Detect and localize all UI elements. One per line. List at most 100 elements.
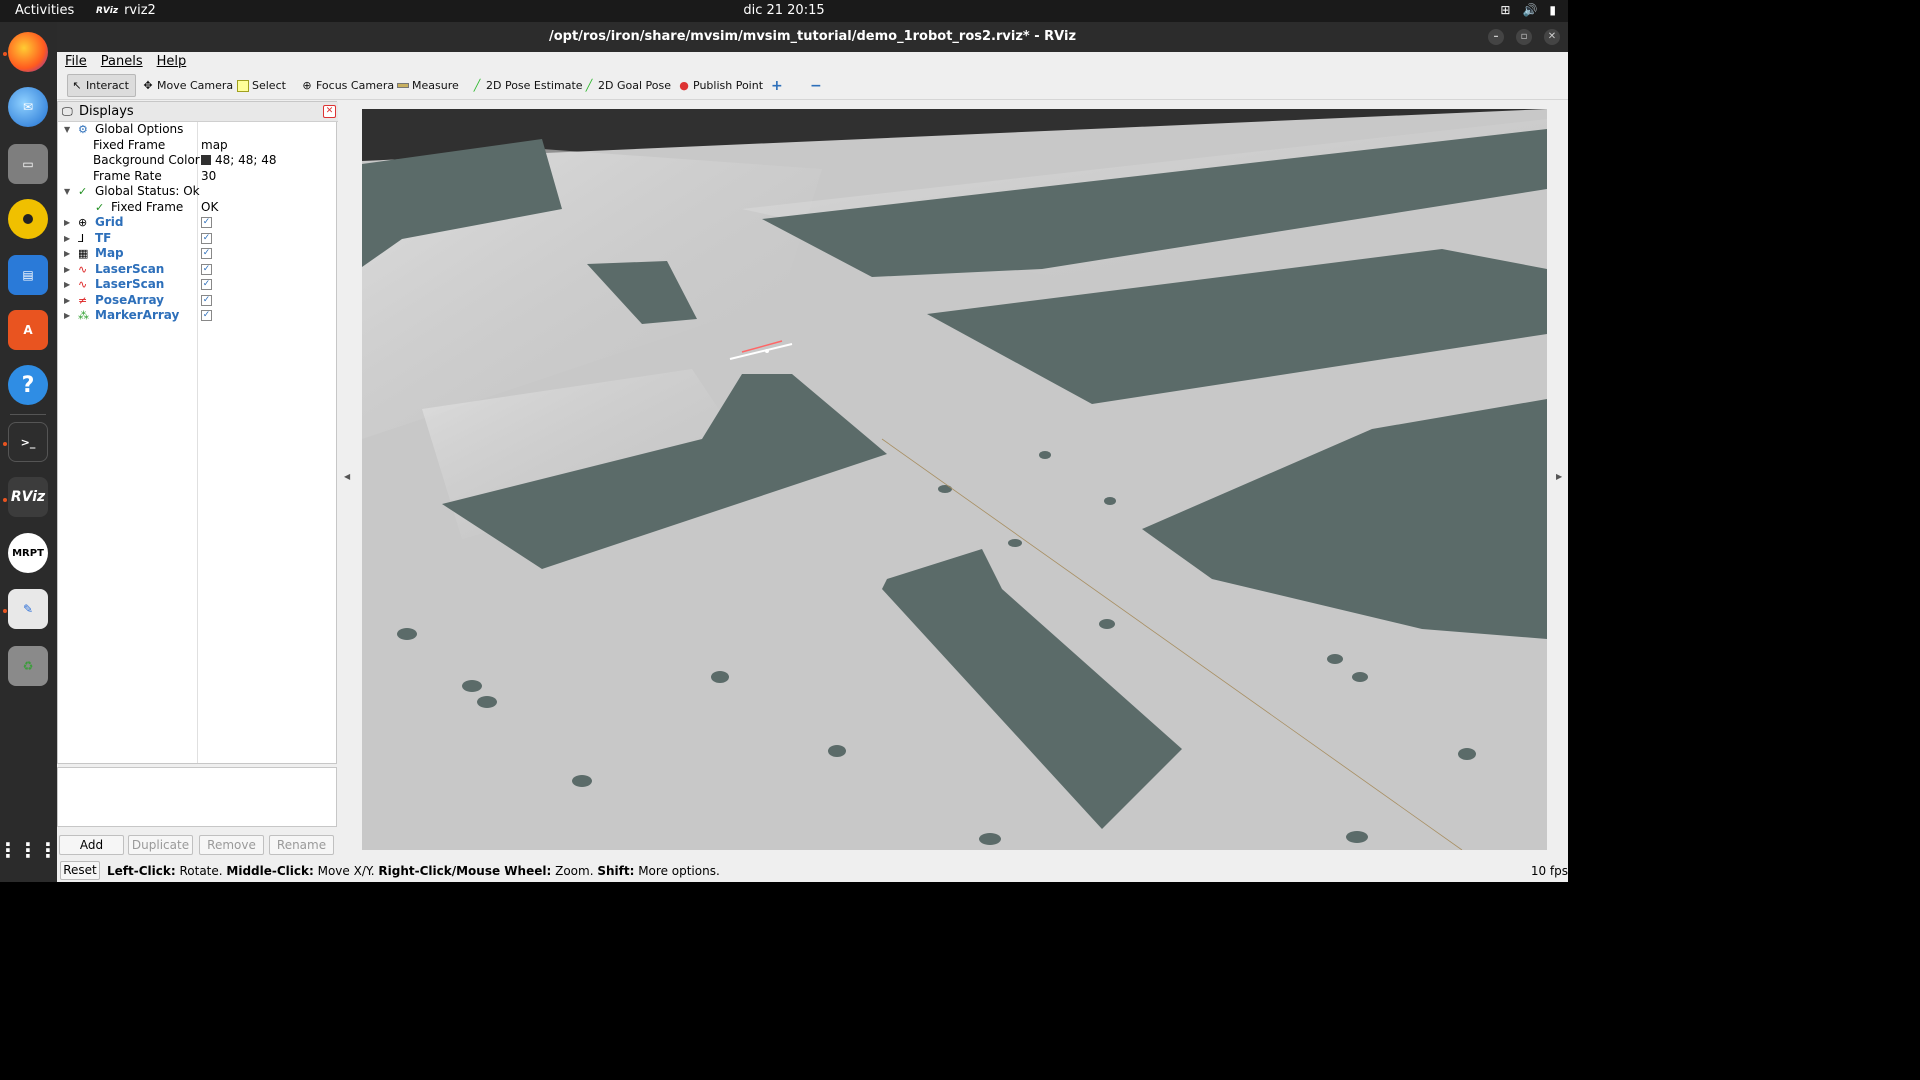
focus-camera-tool[interactable]: ⊕ Focus Camera <box>298 74 397 97</box>
battery-icon[interactable]: ▮ <box>1549 3 1556 17</box>
obstacle-blob <box>1352 672 1368 682</box>
expand-arrow-icon[interactable]: ▶ <box>64 293 70 308</box>
dock-separator <box>10 414 46 415</box>
obstacle-blob <box>711 671 729 683</box>
trash-icon[interactable]: ♻ <box>8 646 48 686</box>
tree-row-fixed-frame[interactable]: Fixed Frame map <box>58 138 336 153</box>
move-camera-tool[interactable]: ✥ Move Camera <box>139 74 236 97</box>
expand-arrow-icon[interactable]: ▶ <box>64 262 70 277</box>
remove-tool-button[interactable]: − <box>807 74 825 97</box>
obstacle-blob <box>477 696 497 708</box>
markerarray-checkbox[interactable]: ✓ <box>201 310 212 321</box>
laserscan-2-checkbox[interactable]: ✓ <box>201 279 212 290</box>
help-icon[interactable]: ? <box>8 365 48 405</box>
app-grid-icon[interactable]: ⋮⋮⋮ <box>0 830 58 870</box>
close-panel-icon[interactable]: ✕ <box>323 105 336 118</box>
display-item-tf[interactable]: ▶ ⅃ TF ✓ <box>58 231 336 246</box>
collapse-arrow-icon[interactable]: ▼ <box>64 184 70 199</box>
check-icon: ✓ <box>78 185 88 198</box>
display-item-markerarray[interactable]: ▶ ⁂ MarkerArray ✓ <box>58 308 336 323</box>
obstacle-blob <box>1099 619 1115 629</box>
add-tool-button[interactable]: + <box>768 74 786 97</box>
remove-button[interactable]: Remove <box>199 835 264 855</box>
publish-point-icon: ● <box>679 78 689 92</box>
expand-arrow-icon[interactable]: ▶ <box>64 246 70 261</box>
display-item-grid[interactable]: ▶ ⊕ Grid ✓ <box>58 215 336 230</box>
goal-pose-tool[interactable]: ╱ 2D Goal Pose <box>580 74 674 97</box>
rviz-icon[interactable]: RViz <box>8 477 48 517</box>
map-icon: ▦ <box>78 247 89 260</box>
property-description-box <box>57 767 337 827</box>
grid-checkbox[interactable]: ✓ <box>201 217 212 228</box>
clock[interactable]: dic 21 20:15 <box>0 3 1568 18</box>
terminal-icon[interactable]: >_ <box>8 422 48 462</box>
pose-estimate-tool[interactable]: ╱ 2D Pose Estimate <box>468 74 586 97</box>
display-item-posearray[interactable]: ▶ ≠ PoseArray ✓ <box>58 293 336 308</box>
tree-row-frame-rate[interactable]: Frame Rate 30 <box>58 169 336 184</box>
publish-point-tool[interactable]: ● Publish Point <box>675 74 766 97</box>
frame-rate-value[interactable]: 30 <box>201 169 216 184</box>
globe-icon: ⚙ <box>78 123 88 136</box>
expand-arrow-icon[interactable]: ▶ <box>64 277 70 292</box>
obstacle-blob <box>462 680 482 692</box>
display-item-laserscan-2[interactable]: ▶ ∿ LaserScan ✓ <box>58 277 336 292</box>
duplicate-button[interactable]: Duplicate <box>128 835 193 855</box>
close-icon[interactable]: ✕ <box>1544 29 1560 45</box>
rviz-window: /opt/ros/iron/share/mvsim/mvsim_tutorial… <box>57 22 1568 882</box>
expand-arrow-icon[interactable]: ▶ <box>64 231 70 246</box>
monitor-icon: 🖵 <box>62 105 73 118</box>
collapse-arrow-icon[interactable]: ▼ <box>64 122 70 137</box>
menu-help[interactable]: Help <box>157 52 187 71</box>
files-icon[interactable]: ▭ <box>8 144 48 184</box>
obstacle-blob <box>1104 497 1116 505</box>
volume-icon[interactable]: 🔊 <box>1522 3 1537 17</box>
obstacle-blob <box>979 833 1001 845</box>
occupancy-map-render <box>362 109 1547 850</box>
mrpt-icon[interactable]: MRPT <box>8 533 48 573</box>
render-view-3d[interactable] <box>362 109 1547 850</box>
background-color-value[interactable]: 48; 48; 48 <box>201 153 277 168</box>
tf-checkbox[interactable]: ✓ <box>201 233 212 244</box>
tree-row-background-color[interactable]: Background Color 48; 48; 48 <box>58 153 336 168</box>
app-center-icon[interactable]: A <box>8 310 48 350</box>
fixed-frame-value[interactable]: map <box>201 138 228 153</box>
select-tool[interactable]: Select <box>234 74 289 97</box>
menu-file[interactable]: File <box>65 52 87 71</box>
display-item-laserscan-1[interactable]: ▶ ∿ LaserScan ✓ <box>58 262 336 277</box>
system-tray[interactable]: ⊞ 🔊 ▮ <box>1500 3 1556 17</box>
reset-button[interactable]: Reset <box>60 861 100 880</box>
obstacle-blob <box>1346 831 1368 843</box>
interact-tool[interactable]: ↖ Interact <box>67 74 136 97</box>
menu-panels[interactable]: Panels <box>101 52 143 71</box>
laserscan-1-checkbox[interactable]: ✓ <box>201 264 212 275</box>
window-titlebar[interactable]: /opt/ros/iron/share/mvsim/mvsim_tutorial… <box>57 22 1568 52</box>
rename-button[interactable]: Rename <box>269 835 334 855</box>
collapse-left-icon[interactable]: ◀ <box>344 472 350 481</box>
rhythmbox-icon[interactable] <box>8 199 48 239</box>
expand-arrow-icon[interactable]: ▶ <box>64 215 70 230</box>
maximize-icon[interactable]: ▫ <box>1516 29 1532 45</box>
move-camera-icon: ✥ <box>143 78 153 92</box>
tree-row-global-status[interactable]: ▼ ✓ Global Status: Ok <box>58 184 336 199</box>
add-button[interactable]: Add <box>59 835 124 855</box>
running-indicator <box>3 442 7 446</box>
top-bar: Activities RViz rviz2 dic 21 20:15 ⊞ 🔊 ▮ <box>0 0 1568 22</box>
collapse-right-icon[interactable]: ▶ <box>1556 472 1562 481</box>
posearray-checkbox[interactable]: ✓ <box>201 295 212 306</box>
display-item-map[interactable]: ▶ ▦ Map ✓ <box>58 246 336 261</box>
running-indicator <box>3 609 7 613</box>
tree-row-global-options[interactable]: ▼ ⚙ Global Options <box>58 122 336 137</box>
writer-icon[interactable]: ▤ <box>8 255 48 295</box>
obstacle-blob <box>397 628 417 640</box>
markerarray-icon: ⁂ <box>78 309 89 322</box>
firefox-icon[interactable] <box>8 32 48 72</box>
tree-row-status-fixed-frame[interactable]: ✓ Fixed Frame OK <box>58 200 336 215</box>
expand-arrow-icon[interactable]: ▶ <box>64 308 70 323</box>
minimize-icon[interactable]: – <box>1488 29 1504 45</box>
measure-tool[interactable]: Measure <box>394 74 462 97</box>
text-editor-icon[interactable]: ✎ <box>8 589 48 629</box>
obstacle-blob <box>1039 451 1051 459</box>
thunderbird-icon[interactable]: ✉ <box>8 87 48 127</box>
network-icon[interactable]: ⊞ <box>1500 3 1510 17</box>
map-checkbox[interactable]: ✓ <box>201 248 212 259</box>
